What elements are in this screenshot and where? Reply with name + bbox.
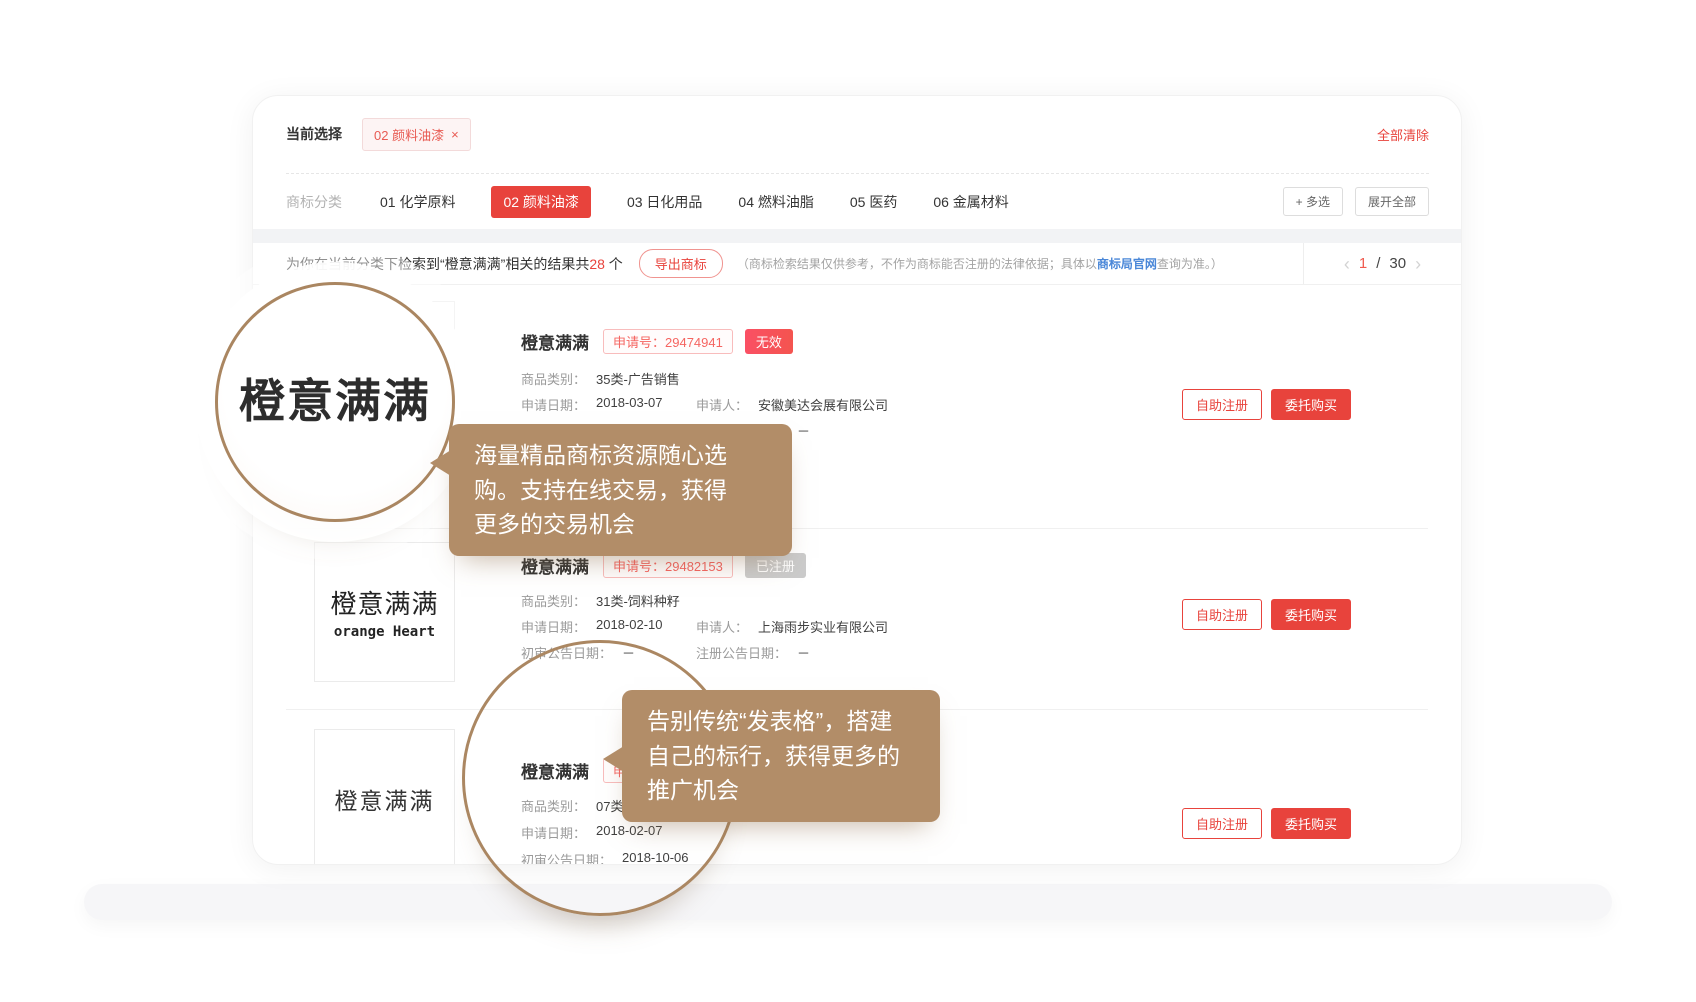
tab-06-metal[interactable]: 06 金属材料: [933, 192, 1008, 212]
category-line: 商品类别： 31类-饲料种籽: [521, 591, 696, 610]
application-number-tag: 申请号：29474941: [603, 329, 733, 354]
page-separator: /: [1376, 255, 1380, 272]
close-icon[interactable]: ×: [451, 127, 459, 142]
current-selection-label: 当前选择: [286, 124, 342, 144]
field-label: 注册公告日期：: [696, 643, 787, 662]
tab-03-daily-chemical[interactable]: 03 日化用品: [627, 192, 702, 212]
field-label: 初审公告日期：: [521, 850, 612, 865]
entrust-buy-button[interactable]: 委托购买: [1271, 389, 1351, 420]
results-summary: 为你在当前分类下检索到“橙意满满”相关的结果共28 个: [286, 254, 623, 274]
summary-text: 为你在当前分类下检索到“橙意满满”相关的结果共: [286, 256, 589, 272]
field-label: 申请人：: [696, 395, 748, 414]
notice-line: 初审公告日期： 2018-10-06: [521, 850, 696, 865]
field-label: 商品类别：: [521, 591, 586, 610]
laptop-base: [84, 884, 1612, 920]
pagination: ‹ 1 / 30 ›: [1303, 243, 1461, 284]
prev-page-icon[interactable]: ‹: [1344, 255, 1350, 273]
self-register-button[interactable]: 自助注册: [1182, 389, 1262, 420]
category-tabs: 01 化学原料 02 颜料油漆 03 日化用品 04 燃料油脂 05 医药 06…: [380, 186, 1009, 218]
title-line: 橙意满满 申请号：29474941 无效: [521, 329, 793, 354]
field-value: －: [797, 643, 810, 662]
application-number-tag: 申请号：29482153: [603, 553, 733, 578]
field-value: 上海雨步实业有限公司: [758, 617, 888, 636]
field-value: －: [797, 421, 810, 440]
application-number-value: 29474941: [665, 335, 723, 350]
application-number-value: 29482153: [665, 559, 723, 574]
export-trademark-button[interactable]: 导出商标: [639, 249, 723, 278]
tab-05-medicine[interactable]: 05 医药: [850, 192, 897, 212]
category-tab-bar: 商标分类 01 化学原料 02 颜料油漆 03 日化用品 04 燃料油脂 05 …: [286, 174, 1429, 229]
entrust-buy-button[interactable]: 委托购买: [1271, 599, 1351, 630]
category-label: 商标分类: [286, 192, 342, 212]
row-actions: 自助注册 委托购买: [1182, 389, 1351, 420]
field-label: 申请日期：: [521, 395, 586, 414]
field-label: 申请人：: [696, 617, 748, 636]
field-value: 安徽美达会展有限公司: [758, 395, 888, 414]
current-selection-bar: 当前选择 02 颜料油漆 × 全部清除: [286, 110, 1429, 158]
total-pages: 30: [1389, 255, 1406, 272]
magnified-trademark-text: 橙意满满: [239, 365, 431, 431]
application-number-label: 申请号：: [613, 335, 665, 350]
trademark-image: 橙意满满: [314, 729, 455, 865]
trademark-office-link[interactable]: 商标局官网: [1097, 257, 1157, 271]
field-value: 2018-02-07: [596, 823, 663, 842]
row-actions: 自助注册 委托购买: [1182, 599, 1351, 630]
callout-bubble-promo: 告别传统“发表格”，搭建 自己的标行，获得更多的 推广机会: [622, 690, 940, 822]
entrust-buy-button[interactable]: 委托购买: [1271, 808, 1351, 839]
self-register-button[interactable]: 自助注册: [1182, 599, 1262, 630]
results-header: 为你在当前分类下检索到“橙意满满”相关的结果共28 个 导出商标 （商标检索结果…: [253, 243, 1461, 285]
tab-02-paint-selected[interactable]: 02 颜料油漆: [491, 186, 590, 218]
tab-actions: + 多选 展开全部: [1283, 187, 1429, 216]
date-applicant-line: 申请日期： 2018-02-10 申请人： 上海雨步实业有限公司: [521, 617, 888, 636]
field-label: 商品类别：: [521, 369, 586, 388]
status-badge: 已注册: [745, 553, 806, 578]
field-value: 2018-02-10: [596, 617, 663, 636]
section-gap: [253, 229, 1461, 243]
field-label: 商品类别：: [521, 796, 586, 815]
category-line: 商品类别： 35类-广告销售: [521, 369, 696, 388]
application-number-label: 申请号：: [613, 559, 665, 574]
tab-04-fuel-grease[interactable]: 04 燃料油脂: [738, 192, 813, 212]
notice-line: 初审公告日期： － 注册公告日期： －: [521, 643, 871, 662]
expand-all-button[interactable]: 展开全部: [1355, 187, 1429, 216]
trademark-image-text: 橙意满满: [335, 782, 435, 816]
field-label: 申请日期：: [521, 617, 586, 636]
field-value: 35类-广告销售: [596, 369, 680, 388]
date-applicant-line: 申请日期： 2018-03-07 申请人： 安徽美达会展有限公司: [521, 395, 888, 414]
trademark-name: 橙意满满: [521, 553, 589, 578]
magnifier-circle-large: 橙意满满: [215, 282, 455, 522]
field-label: 申请日期：: [521, 823, 586, 842]
field-label: 初审公告日期：: [521, 643, 612, 662]
trademark-image: 橙意满满 orange Heart: [314, 542, 455, 682]
date-line: 申请日期： 2018-02-07: [521, 823, 696, 842]
disclaimer-pre: （商标检索结果仅供参考，不作为商标能否注册的法律依据；具体以: [737, 257, 1097, 271]
summary-unit: 个: [605, 256, 623, 272]
selected-filter-tag-label: 02 颜料油漆: [374, 125, 444, 144]
next-page-icon[interactable]: ›: [1415, 255, 1421, 273]
trademark-name: 橙意满满: [521, 329, 589, 354]
disclaimer-text: （商标检索结果仅供参考，不作为商标能否注册的法律依据；具体以商标局官网查询为准。…: [737, 255, 1223, 272]
field-value: 31类-饲料种籽: [596, 591, 680, 610]
title-line: 橙意满满 申请号：29482153 已注册: [521, 553, 806, 578]
tab-01-chemical[interactable]: 01 化学原料: [380, 192, 455, 212]
selected-filter-tag[interactable]: 02 颜料油漆 ×: [362, 118, 471, 151]
field-value: 2018-03-07: [596, 395, 663, 414]
clear-all-button[interactable]: 全部清除: [1377, 125, 1429, 144]
field-value: －: [622, 643, 635, 662]
current-page: 1: [1359, 255, 1367, 272]
row-actions: 自助注册 委托购买: [1182, 808, 1351, 839]
multi-select-button[interactable]: + 多选: [1283, 187, 1343, 216]
field-value: 2018-10-06: [622, 850, 689, 865]
page: 当前选择 02 颜料油漆 × 全部清除 商标分类 01 化学原料 02 颜料油漆…: [0, 0, 1696, 1002]
callout-bubble-trade: 海量精品商标资源随心选 购。支持在线交易，获得 更多的交易机会: [449, 424, 792, 556]
self-register-button[interactable]: 自助注册: [1182, 808, 1262, 839]
trademark-name: 橙意满满: [521, 758, 589, 783]
status-badge: 无效: [745, 329, 793, 354]
trademark-image-subtext: orange Heart: [334, 624, 435, 640]
results-summary-area: 为你在当前分类下检索到“橙意满满”相关的结果共28 个 导出商标 （商标检索结果…: [286, 243, 1223, 284]
trademark-image-text: 橙意满满: [330, 584, 438, 621]
results-count: 28: [589, 256, 605, 272]
disclaimer-post: 查询为准。）: [1157, 257, 1223, 271]
